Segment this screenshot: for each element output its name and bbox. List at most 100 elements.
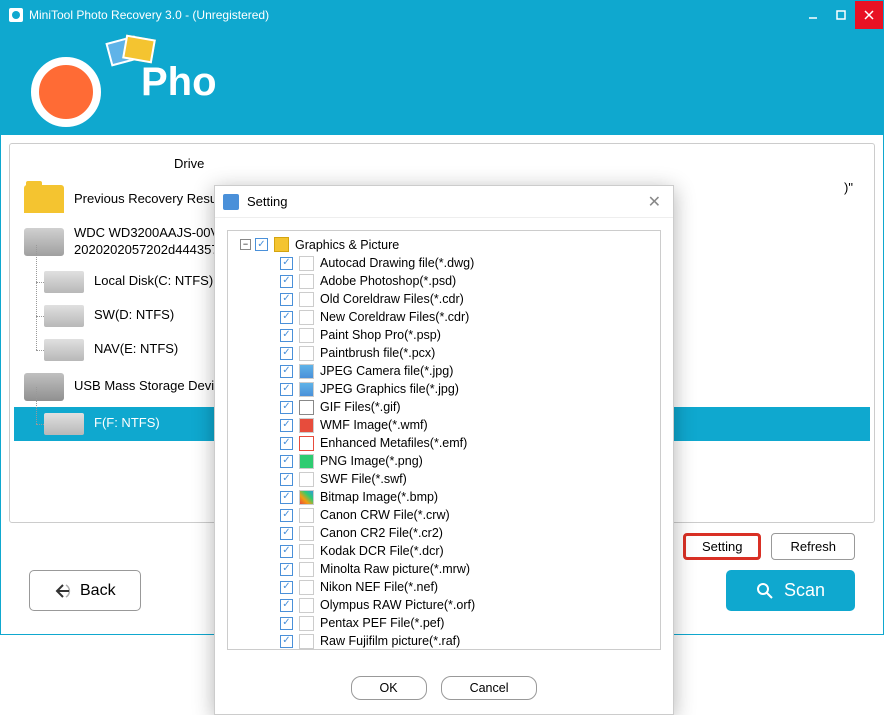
collapse-toggle-icon[interactable]: − xyxy=(240,239,251,250)
filetype-label: Enhanced Metafiles(*.emf) xyxy=(320,436,467,450)
filetype-checkbox[interactable] xyxy=(280,293,293,306)
filetype-icon xyxy=(299,400,314,415)
filetype-icon xyxy=(299,346,314,361)
dialog-cancel-button[interactable]: Cancel xyxy=(441,676,538,700)
dialog-close-button[interactable]: ✕ xyxy=(644,192,665,212)
filetype-label: GIF Files(*.gif) xyxy=(320,400,401,414)
filetype-item[interactable]: JPEG Camera file(*.jpg) xyxy=(232,362,656,380)
filetype-icon xyxy=(299,310,314,325)
back-arrow-icon xyxy=(54,582,72,600)
filetype-item[interactable]: Bitmap Image(*.bmp) xyxy=(232,488,656,506)
filetype-icon xyxy=(299,562,314,577)
back-button[interactable]: Back xyxy=(29,570,141,611)
filetype-checkbox[interactable] xyxy=(280,257,293,270)
filetype-icon xyxy=(299,544,314,559)
filetype-label: WMF Image(*.wmf) xyxy=(320,418,428,432)
minimize-button[interactable] xyxy=(799,1,827,29)
filetype-checkbox[interactable] xyxy=(280,419,293,432)
filetype-label: SWF File(*.swf) xyxy=(320,472,407,486)
filetype-icon xyxy=(299,580,314,595)
filetype-checkbox[interactable] xyxy=(280,581,293,594)
scan-label: Scan xyxy=(784,580,825,601)
filetype-item[interactable]: Olympus RAW Picture(*.orf) xyxy=(232,596,656,614)
setting-button[interactable]: Setting xyxy=(683,533,761,560)
filetype-item[interactable]: Adobe Photoshop(*.psd) xyxy=(232,272,656,290)
content-area: Drive Previous Recovery ResultWDC WD3200… xyxy=(1,135,883,634)
filetype-checkbox[interactable] xyxy=(280,437,293,450)
tree-root-item[interactable]: − Graphics & Picture xyxy=(232,235,656,254)
filetype-item[interactable]: Canon CR2 File(*.cr2) xyxy=(232,524,656,542)
filetype-icon xyxy=(299,490,314,505)
filetype-checkbox[interactable] xyxy=(280,329,293,342)
scan-button[interactable]: Scan xyxy=(726,570,855,611)
filetype-icon xyxy=(299,472,314,487)
partition-icon xyxy=(44,413,84,435)
dialog-icon xyxy=(223,194,239,210)
filetype-item[interactable]: Nikon NEF File(*.nef) xyxy=(232,578,656,596)
filetype-item[interactable]: Old Coreldraw Files(*.cdr) xyxy=(232,290,656,308)
dialog-ok-button[interactable]: OK xyxy=(351,676,427,700)
filetype-item[interactable]: Paintbrush file(*.pcx) xyxy=(232,344,656,362)
close-button[interactable] xyxy=(855,1,883,29)
scan-icon xyxy=(756,582,774,600)
filetype-checkbox[interactable] xyxy=(280,545,293,558)
filetype-checkbox[interactable] xyxy=(280,527,293,540)
filetype-checkbox[interactable] xyxy=(280,401,293,414)
filetype-icon xyxy=(299,382,314,397)
filetype-checkbox[interactable] xyxy=(280,365,293,378)
filetype-checkbox[interactable] xyxy=(280,617,293,630)
filetype-checkbox[interactable] xyxy=(280,347,293,360)
filetype-item[interactable]: Enhanced Metafiles(*.emf) xyxy=(232,434,656,452)
filetype-label: Minolta Raw picture(*.mrw) xyxy=(320,562,470,576)
filetype-item[interactable]: SWF File(*.swf) xyxy=(232,470,656,488)
filetype-icon xyxy=(299,454,314,469)
back-label: Back xyxy=(80,582,116,600)
filetype-icon xyxy=(299,274,314,289)
filetype-checkbox[interactable] xyxy=(280,509,293,522)
filetype-label: Kodak DCR File(*.dcr) xyxy=(320,544,444,558)
info-fragment: )" xyxy=(844,180,853,195)
filetype-icon xyxy=(299,508,314,523)
filetype-item[interactable]: Autocad Drawing file(*.dwg) xyxy=(232,254,656,272)
titlebar: MiniTool Photo Recovery 3.0 - (Unregiste… xyxy=(1,1,883,29)
filetype-checkbox[interactable] xyxy=(280,455,293,468)
filetype-icon xyxy=(299,436,314,451)
filetype-item[interactable]: JPEG Graphics file(*.jpg) xyxy=(232,380,656,398)
filetype-icon xyxy=(299,598,314,613)
filetype-item[interactable]: WMF Image(*.wmf) xyxy=(232,416,656,434)
folder-icon xyxy=(24,185,64,213)
filetype-checkbox[interactable] xyxy=(280,311,293,324)
filetype-item[interactable]: Kodak DCR File(*.dcr) xyxy=(232,542,656,560)
filetype-checkbox[interactable] xyxy=(280,563,293,576)
filetype-tree[interactable]: − Graphics & Picture Autocad Drawing fil… xyxy=(227,230,661,650)
filetype-item[interactable]: Canon CRW File(*.crw) xyxy=(232,506,656,524)
filetype-label: Bitmap Image(*.bmp) xyxy=(320,490,438,504)
filetype-label: Autocad Drawing file(*.dwg) xyxy=(320,256,474,270)
maximize-button[interactable] xyxy=(827,1,855,29)
filetype-checkbox[interactable] xyxy=(280,383,293,396)
setting-dialog: Setting ✕ − Graphics & Picture Autocad D… xyxy=(214,185,674,715)
refresh-button[interactable]: Refresh xyxy=(771,533,855,560)
filetype-checkbox[interactable] xyxy=(280,491,293,504)
filetype-label: Canon CR2 File(*.cr2) xyxy=(320,526,443,540)
filetype-item[interactable]: Pentax PEF File(*.pef) xyxy=(232,614,656,632)
filetype-label: Pentax PEF File(*.pef) xyxy=(320,616,444,630)
filetype-item[interactable]: Paint Shop Pro(*.psp) xyxy=(232,326,656,344)
filetype-item[interactable]: New Coreldraw Files(*.cdr) xyxy=(232,308,656,326)
root-checkbox[interactable] xyxy=(255,238,268,251)
filetype-checkbox[interactable] xyxy=(280,599,293,612)
filetype-icon xyxy=(299,364,314,379)
hdd-icon xyxy=(24,228,64,256)
filetype-item[interactable]: GIF Files(*.gif) xyxy=(232,398,656,416)
partition-icon xyxy=(44,271,84,293)
header: Pho xyxy=(1,29,883,135)
filetype-checkbox[interactable] xyxy=(280,635,293,648)
partition-icon xyxy=(44,305,84,327)
folder-icon xyxy=(274,237,289,252)
filetype-icon xyxy=(299,328,314,343)
filetype-checkbox[interactable] xyxy=(280,473,293,486)
filetype-item[interactable]: PNG Image(*.png) xyxy=(232,452,656,470)
filetype-label: JPEG Graphics file(*.jpg) xyxy=(320,382,459,396)
filetype-item[interactable]: Minolta Raw picture(*.mrw) xyxy=(232,560,656,578)
filetype-checkbox[interactable] xyxy=(280,275,293,288)
